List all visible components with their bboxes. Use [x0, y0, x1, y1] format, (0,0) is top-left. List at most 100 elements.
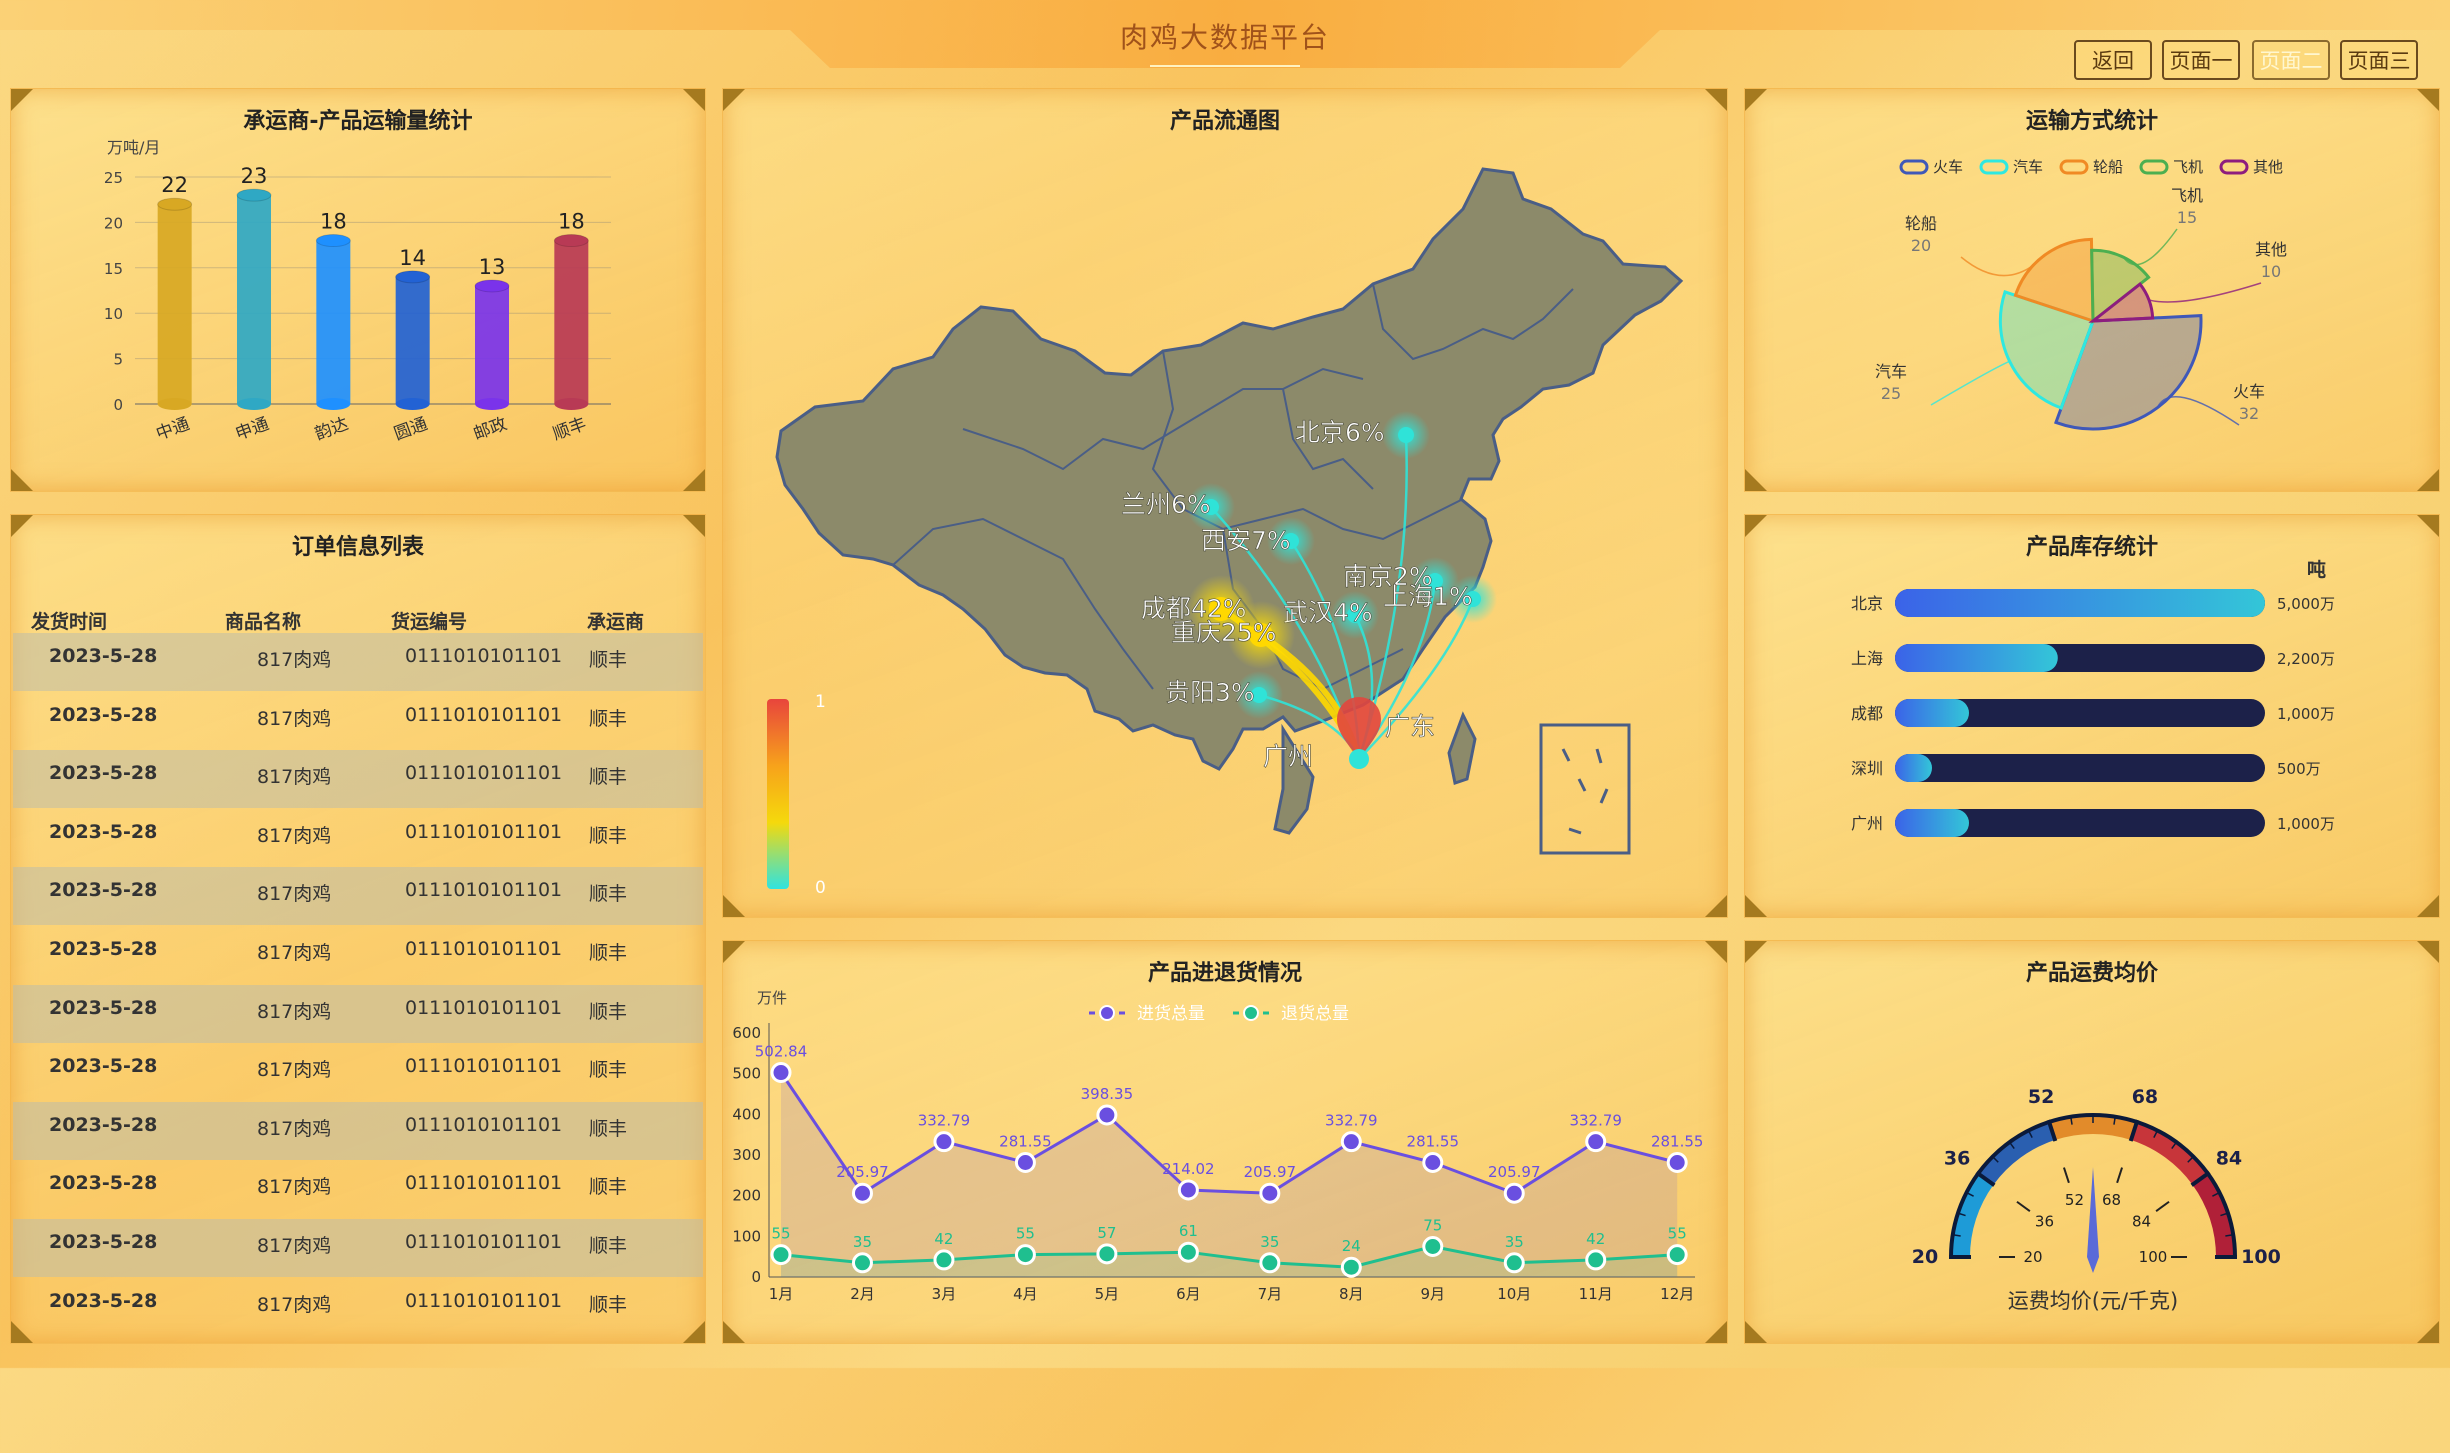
bar [395, 276, 430, 404]
x-tick-label: 3月 [932, 1285, 957, 1303]
table-row[interactable]: 2023-5-28 817肉鸡 0111010101101 顺丰 [13, 1278, 703, 1336]
bar-base [554, 398, 589, 410]
bar-base [475, 398, 509, 410]
x-tick-label: 邮政 [471, 414, 510, 444]
gauge-band [2049, 1116, 2137, 1141]
gauge-inner-label: 84 [2132, 1213, 2151, 1231]
y-tick-label: 200 [732, 1187, 761, 1205]
series-point [933, 1249, 955, 1271]
data-label: 281.55 [1651, 1133, 1704, 1151]
table-row[interactable]: 2023-5-28 817肉鸡 0111010101101 顺丰 [13, 692, 703, 750]
gauge-outer-label: 68 [2132, 1086, 2158, 1108]
table-row[interactable]: 2023-5-28 817肉鸡 0111010101101 顺丰 [13, 867, 703, 926]
carrier-cell: 顺丰 [589, 883, 628, 906]
page-two-button[interactable]: 页面二 [2252, 40, 2330, 80]
x-tick-label: 11月 [1579, 1285, 1613, 1303]
tracking-no-cell: 0111010101101 [405, 879, 563, 902]
series-point [1177, 1241, 1199, 1263]
ship-time-cell: 2023-5-28 [49, 1231, 158, 1253]
data-label: 398.35 [1081, 1085, 1134, 1103]
returns-panel: 产品进退货情况 万件 0 100 200 300 400 500 600 1月 2月 3月 4月 5月 6… [722, 940, 1728, 1344]
gauge-inner-tick [2116, 1167, 2123, 1184]
legend-marker [1979, 159, 2009, 175]
table-row[interactable]: 2023-5-28 817肉鸡 0111010101101 顺丰 [13, 809, 703, 867]
table-row[interactable]: 2023-5-28 817肉鸡 0111010101101 顺丰 [13, 1043, 703, 1101]
product-name-cell: 817肉鸡 [257, 649, 332, 671]
table-row[interactable]: 2023-5-28 817肉鸡 0111010101101 顺丰 [13, 1160, 703, 1218]
inventory-bar-track [1895, 754, 2265, 782]
data-label: 42 [934, 1230, 953, 1248]
legend-marker [1243, 1005, 1259, 1021]
data-label: 332.79 [918, 1112, 971, 1130]
legend-marker [1899, 159, 1929, 175]
bar [475, 285, 509, 404]
data-label: 35 [853, 1233, 872, 1251]
y-tick-label: 5 [113, 351, 123, 369]
gauge-outer-label: 84 [2216, 1147, 2242, 1169]
product-name-cell: 817肉鸡 [257, 1059, 332, 1082]
city-flow-label: 上海1% [1383, 582, 1473, 611]
pie-label-value: 10 [2261, 262, 2281, 281]
tracking-no-cell: 0111010101101 [405, 762, 563, 785]
tracking-no-cell: 0111010101101 [405, 938, 563, 960]
transport-pie-chart: 火车 汽车 轮船 飞机 其他火车32汽车25轮船20飞机15其他10 [1875, 158, 2287, 431]
col-product-name: 商品名称 [225, 611, 302, 633]
data-label: 55 [771, 1225, 790, 1243]
carrier-cell: 顺丰 [589, 1293, 628, 1316]
ship-time-cell: 2023-5-28 [49, 1172, 158, 1195]
series-point [1340, 1131, 1362, 1153]
product-name-cell: 817肉鸡 [257, 1293, 332, 1316]
gauge-inner-label: 20 [2023, 1248, 2042, 1266]
svg-text:0: 0 [815, 878, 826, 898]
table-row[interactable]: 2023-5-28 817肉鸡 0111010101101 顺丰 [13, 633, 703, 691]
gauge-outer-label: 100 [2241, 1246, 2281, 1268]
orders-table-body[interactable]: 2023-5-28 817肉鸡 0111010101101 顺丰 2023-5-28 81… [13, 633, 703, 1453]
series-point [1666, 1244, 1688, 1266]
table-row[interactable]: 2023-5-28 817肉鸡 0111010101101 顺丰 [13, 750, 703, 809]
page-one-button[interactable]: 页面一 [2162, 40, 2240, 80]
inventory-bar-chart: 北京 5,000万上海 2,200万成都 1,000万深圳 500万广州 1,000万 [1851, 589, 2335, 837]
data-label: 205.97 [836, 1163, 889, 1181]
bar-cap [474, 279, 510, 293]
gauge-inner-label: 52 [2065, 1191, 2084, 1209]
table-row[interactable]: 2023-5-28 817肉鸡 0111010101101 顺丰 [13, 1101, 703, 1160]
flow-map[interactable]: 北京6%兰州6%西安7%南京2%上海1%成都42% 武汉4%重庆25%贵阳3%广州… [723, 89, 1729, 919]
carrier-cell: 顺丰 [589, 1176, 628, 1199]
table-row[interactable]: 2023-5-28 817肉鸡 0111010101101 顺丰 [13, 1219, 703, 1277]
gauge-inner-tick [2155, 1200, 2170, 1212]
data-label: 55 [1668, 1225, 1687, 1243]
bar-value-label: 13 [479, 255, 506, 279]
ship-time-cell: 2023-5-28 [49, 1113, 158, 1136]
page-three-button[interactable]: 页面三 [2340, 40, 2418, 80]
carrier-cell: 顺丰 [589, 824, 628, 847]
table-row[interactable]: 2023-5-28 817肉鸡 0111010101101 顺丰 [13, 926, 703, 984]
inventory-city-label: 广州 [1851, 814, 1883, 833]
legend-label: 进货总量 [1137, 1004, 1205, 1024]
gauge-pointer-tail [2087, 1257, 2099, 1273]
tracking-no-cell: 0111010101101 [405, 703, 563, 726]
data-label: 332.79 [1569, 1112, 1622, 1130]
table-row[interactable]: 2023-5-28 817肉鸡 0111010101101 顺丰 [13, 984, 703, 1043]
bar-value-label: 14 [399, 246, 426, 270]
y-tick-label: 400 [732, 1105, 761, 1123]
ship-time-cell: 2023-5-28 [49, 762, 158, 785]
series-point [1096, 1243, 1118, 1265]
series-point [1585, 1249, 1607, 1271]
y-axis-unit: 万件 [757, 989, 787, 1007]
col-tracking-no: 货运编号 [391, 611, 468, 633]
carrier-cell: 顺丰 [589, 649, 628, 671]
bar-cap [236, 188, 272, 202]
series-point [851, 1252, 873, 1274]
inventory-city-label: 北京 [1851, 594, 1883, 613]
gauge-outer-label: 20 [1912, 1246, 1938, 1268]
bar-cap [395, 270, 431, 284]
x-tick-label: 申通 [233, 414, 272, 444]
city-flow-label: 北京6% [1295, 418, 1385, 447]
city-flow-label: 武汉4% [1283, 598, 1373, 627]
tracking-no-cell: 0111010101101 [405, 645, 563, 667]
y-tick-label: 0 [751, 1268, 761, 1286]
x-tick-label: 9月 [1421, 1285, 1446, 1303]
back-button[interactable]: 返回 [2074, 40, 2152, 80]
pie-label-value: 25 [1881, 384, 1901, 403]
data-label: 502.84 [755, 1043, 808, 1061]
